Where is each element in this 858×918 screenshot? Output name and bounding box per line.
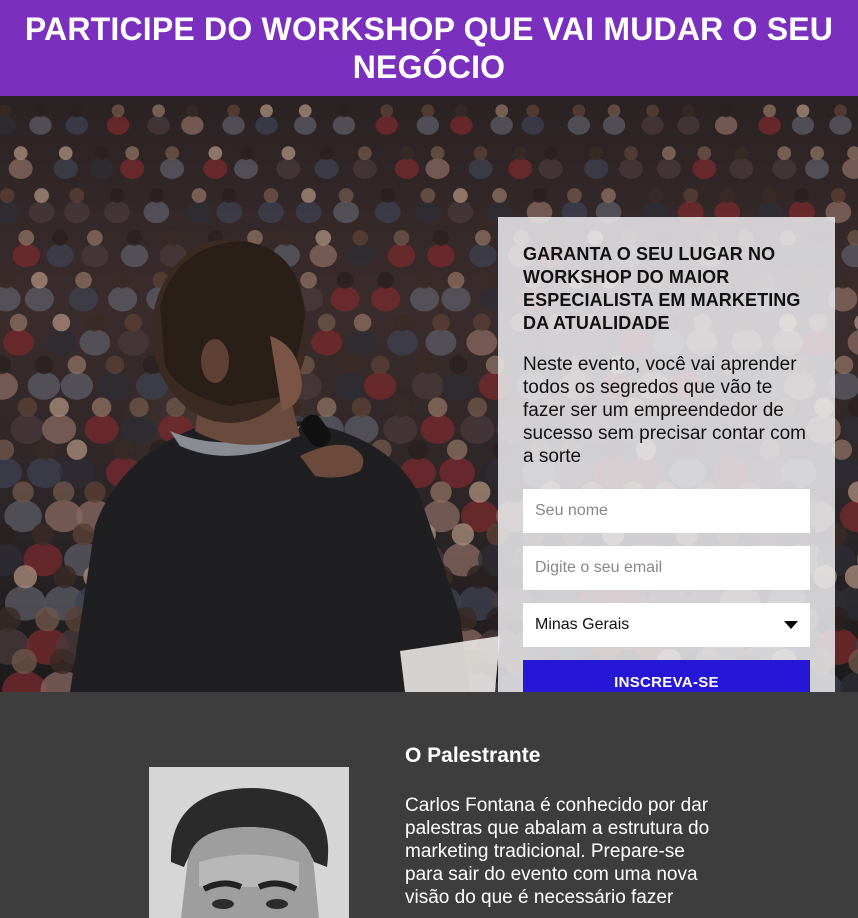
name-input[interactable]: Seu nome (523, 489, 810, 533)
state-select[interactable]: Minas Gerais (523, 603, 810, 647)
speaker-title: O Palestrante (405, 744, 541, 767)
email-input[interactable]: Digite o seu email (523, 546, 810, 590)
registration-form-card: GARANTA O SEU LUGAR NO WORKSHOP DO MAIOR… (498, 217, 835, 692)
speaker-section: O Palestrante Carlos Fontana é conhecido… (0, 692, 858, 918)
subscribe-button[interactable]: INSCREVA-SE (523, 660, 810, 692)
speaker-bio: Carlos Fontana é conhecido por dar pales… (405, 795, 710, 908)
chevron-down-icon (784, 621, 798, 629)
page-header: PARTICIPE DO WORKSHOP QUE VAI MUDAR O SE… (0, 0, 858, 96)
state-select-value: Minas Gerais (535, 616, 630, 633)
form-heading: GARANTA O SEU LUGAR NO WORKSHOP DO MAIOR… (523, 244, 801, 333)
page-title: PARTICIPE DO WORKSHOP QUE VAI MUDAR O SE… (24, 11, 834, 85)
speaker-photo (149, 767, 349, 918)
form-lead-text: Neste evento, você vai aprender todos os… (523, 354, 806, 467)
hero-section: GARANTA O SEU LUGAR NO WORKSHOP DO MAIOR… (0, 96, 858, 692)
